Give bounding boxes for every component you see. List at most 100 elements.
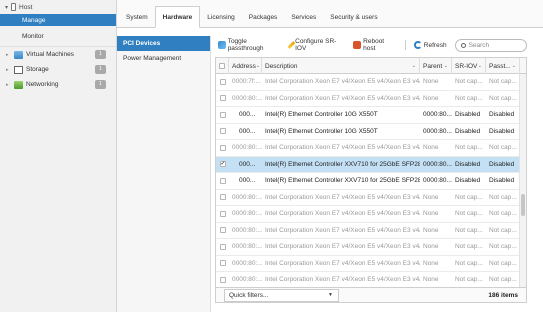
row-checkbox[interactable] bbox=[219, 276, 226, 283]
row-select-cell[interactable] bbox=[216, 173, 229, 189]
sriov-cell: Not cap... bbox=[455, 193, 483, 201]
parent-cell: 0000:80... bbox=[423, 160, 452, 168]
description-cell: Intel Corporation Xeon E7 v4/Xeon E5 v4/… bbox=[265, 243, 420, 251]
parent-cell: None bbox=[423, 193, 439, 201]
nav-item-storage[interactable]: ▸ Storage 1 bbox=[0, 62, 116, 77]
hardware-subnav: PCI Devices Power Management bbox=[117, 36, 211, 312]
chevron-right-icon[interactable]: ▸ bbox=[6, 52, 11, 58]
table-row[interactable]: 000... Intel(R) Ethernet Controller 10G X… bbox=[216, 124, 526, 140]
nav-item-networking[interactable]: ▸ Networking 1 bbox=[0, 77, 116, 92]
parent-cell: None bbox=[423, 78, 439, 86]
description-cell: Intel Corporation Xeon E7 v4/Xeon E5 v4/… bbox=[265, 144, 420, 152]
column-header-address[interactable]: Address ⌄ bbox=[229, 58, 262, 74]
table-row[interactable]: 0000:80:... Intel Corporation Xeon E7 v4/… bbox=[216, 256, 526, 272]
parent-cell: None bbox=[423, 259, 439, 267]
quick-filters-select[interactable]: Quick filters... ▼ bbox=[224, 288, 339, 302]
chevron-down-icon[interactable]: ⌄ bbox=[512, 63, 516, 69]
table-row[interactable]: 0000:80:... Intel Corporation Xeon E7 v4/… bbox=[216, 190, 526, 206]
description-cell: Intel(R) Ethernet Controller 10G X550T bbox=[265, 111, 378, 119]
row-checkbox[interactable] bbox=[219, 95, 226, 102]
row-select-cell[interactable]: ✓ bbox=[216, 157, 229, 173]
chevron-down-icon[interactable]: ⌄ bbox=[412, 63, 416, 69]
nav-host[interactable]: ▾ Host bbox=[0, 0, 116, 14]
vertical-scrollbar[interactable] bbox=[519, 74, 526, 287]
row-select-cell[interactable] bbox=[216, 206, 229, 222]
pci-devices-table: Address ⌄ Description ⌄ Parent ⌄ SR-IOV ⌄ Pa… bbox=[215, 57, 527, 287]
chevron-right-icon[interactable]: ▸ bbox=[6, 67, 11, 73]
column-header-description[interactable]: Description ⌄ bbox=[262, 58, 420, 74]
row-checkbox[interactable] bbox=[219, 243, 226, 250]
passthrough-cell: Not cap... bbox=[489, 226, 517, 234]
parent-cell: None bbox=[423, 226, 439, 234]
row-checkbox[interactable] bbox=[219, 194, 226, 201]
subnav-power-management[interactable]: Power Management bbox=[117, 51, 210, 66]
row-select-cell[interactable] bbox=[216, 223, 229, 239]
parent-cell: None bbox=[423, 276, 439, 284]
column-header-sriov[interactable]: SR-IOV ⌄ bbox=[452, 58, 486, 74]
row-select-cell[interactable] bbox=[216, 256, 229, 272]
nav-item-manage[interactable]: Manage bbox=[0, 14, 116, 26]
table-row[interactable]: 0000:80:... Intel Corporation Xeon E7 v4/… bbox=[216, 91, 526, 107]
subnav-pci-devices[interactable]: PCI Devices bbox=[117, 36, 210, 51]
tab-security-users[interactable]: Security & users bbox=[323, 7, 384, 27]
row-select-cell[interactable] bbox=[216, 91, 229, 107]
row-select-cell[interactable] bbox=[216, 272, 229, 287]
row-checkbox[interactable] bbox=[219, 227, 226, 234]
select-all-header[interactable] bbox=[216, 58, 229, 74]
column-header-passthrough[interactable]: Passt... ⌄ bbox=[486, 58, 520, 74]
tab-system[interactable]: System bbox=[119, 7, 155, 27]
passthrough-cell: Not cap... bbox=[489, 276, 517, 284]
chevron-right-icon[interactable]: ▸ bbox=[6, 82, 11, 88]
toolbar-label: Reboot host bbox=[363, 38, 385, 52]
checkbox[interactable] bbox=[219, 63, 225, 69]
parent-cell: None bbox=[423, 210, 439, 218]
column-header-parent[interactable]: Parent ⌄ bbox=[420, 58, 452, 74]
row-checkbox[interactable] bbox=[219, 144, 226, 151]
row-select-cell[interactable] bbox=[216, 74, 229, 90]
nav-item-monitor[interactable]: Monitor bbox=[0, 26, 116, 47]
tab-licensing[interactable]: Licensing bbox=[200, 7, 241, 27]
table-row[interactable]: 000... Intel(R) Ethernet Controller 10G X… bbox=[216, 107, 526, 124]
networking-icon bbox=[14, 80, 23, 89]
tab-services[interactable]: Services bbox=[284, 7, 323, 27]
row-checkbox[interactable]: ✓ bbox=[219, 161, 226, 168]
tab-bar: System Hardware Licensing Packages Servi… bbox=[117, 0, 543, 28]
passthrough-cell: Not cap... bbox=[489, 78, 517, 86]
row-select-cell[interactable] bbox=[216, 190, 229, 206]
search-input[interactable]: Search bbox=[454, 38, 527, 52]
table-row[interactable]: ✓ 000... Intel(R) Ethernet Controller XXV7… bbox=[216, 156, 526, 173]
row-checkbox[interactable] bbox=[219, 128, 226, 135]
chevron-down-icon[interactable]: ⌄ bbox=[444, 63, 448, 69]
table-body: 0000:7f:... Intel Corporation Xeon E7 v4/… bbox=[216, 74, 526, 287]
table-row[interactable]: 0000:80:... Intel Corporation Xeon E7 v4/… bbox=[216, 272, 526, 287]
table-row[interactable]: 000... Intel(R) Ethernet Controller XXV71… bbox=[216, 173, 526, 190]
row-checkbox[interactable] bbox=[219, 78, 226, 85]
configure-sriov-button[interactable]: Configure SR-IOV bbox=[287, 38, 345, 52]
table-row[interactable]: 0000:80:... Intel Corporation Xeon E7 v4/… bbox=[216, 223, 526, 239]
chevron-down-icon[interactable]: ⌄ bbox=[478, 63, 482, 69]
description-cell: Intel(R) Ethernet Controller XXV710 for … bbox=[265, 177, 420, 185]
table-row[interactable]: 0000:80:... Intel Corporation Xeon E7 v4/… bbox=[216, 239, 526, 256]
row-select-cell[interactable] bbox=[216, 124, 229, 140]
row-checkbox[interactable] bbox=[219, 177, 226, 184]
chevron-down-icon[interactable]: ⌄ bbox=[256, 63, 260, 69]
scrollbar-thumb[interactable] bbox=[521, 194, 525, 216]
row-select-cell[interactable] bbox=[216, 107, 229, 123]
tab-packages[interactable]: Packages bbox=[242, 7, 285, 27]
reboot-host-button[interactable]: Reboot host bbox=[353, 38, 396, 52]
column-header-label: Parent bbox=[423, 62, 443, 70]
tab-hardware[interactable]: Hardware bbox=[154, 6, 201, 28]
table-row[interactable]: 0000:80:... Intel Corporation Xeon E7 v4/… bbox=[216, 140, 526, 157]
row-select-cell[interactable] bbox=[216, 140, 229, 156]
row-checkbox[interactable] bbox=[219, 111, 226, 118]
chevron-down-icon[interactable]: ▾ bbox=[5, 4, 8, 11]
row-checkbox[interactable] bbox=[219, 210, 226, 217]
description-cell: Intel(R) Ethernet Controller XXV710 for … bbox=[265, 160, 420, 168]
refresh-button[interactable]: Refresh bbox=[413, 41, 447, 49]
table-row[interactable]: 0000:80:... Intel Corporation Xeon E7 v4/… bbox=[216, 206, 526, 223]
row-checkbox[interactable] bbox=[219, 260, 226, 267]
table-row[interactable]: 0000:7f:... Intel Corporation Xeon E7 v4/… bbox=[216, 74, 526, 91]
row-select-cell[interactable] bbox=[216, 239, 229, 255]
toggle-passthrough-button[interactable]: Toggle passthrough bbox=[218, 38, 282, 52]
nav-item-virtual-machines[interactable]: ▸ Virtual Machines 1 bbox=[0, 47, 116, 62]
